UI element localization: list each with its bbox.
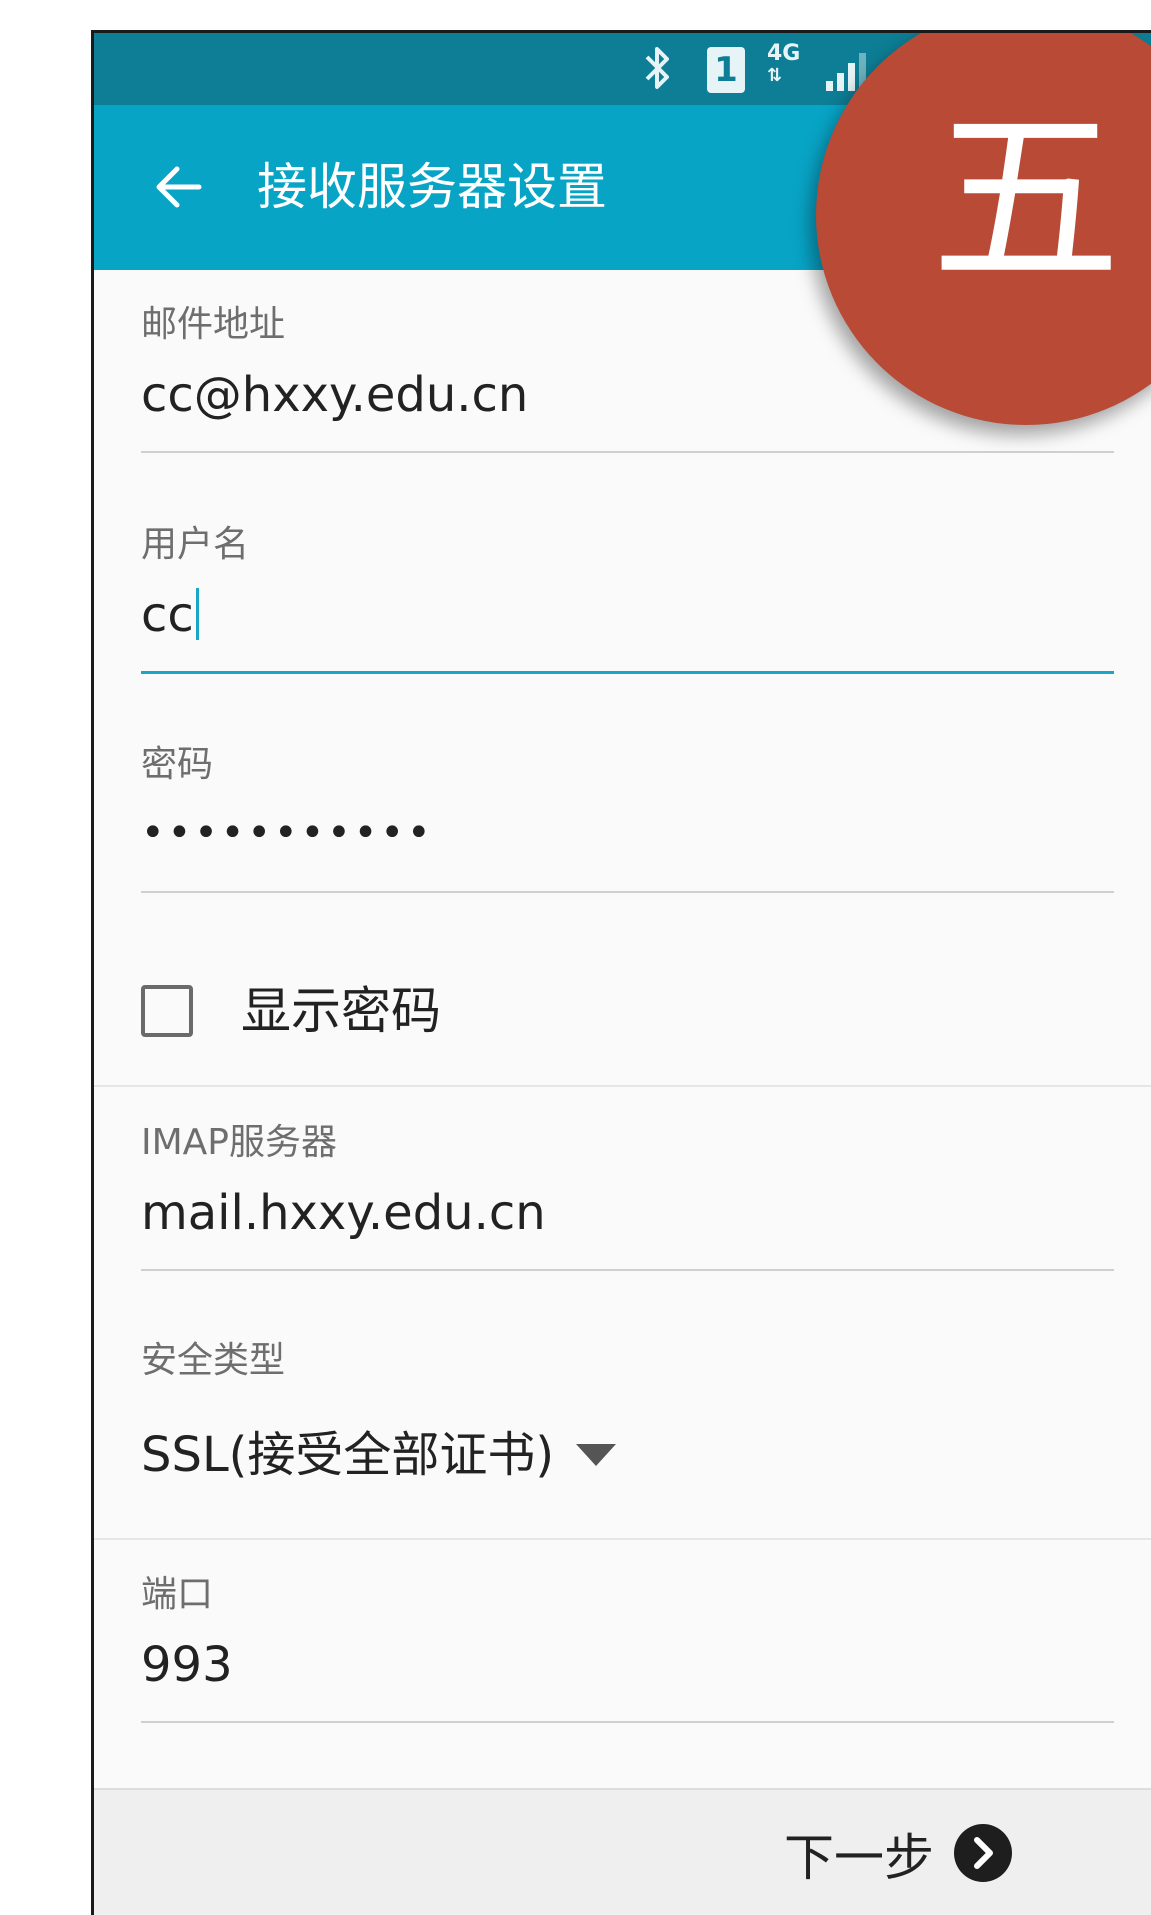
port-input[interactable]: 993 xyxy=(141,1635,233,1695)
security-type-field: 安全类型 SSL(接受全部证书) xyxy=(141,1339,1114,1489)
email-underline xyxy=(141,451,1114,453)
password-field[interactable]: 密码 ••••••••••• xyxy=(141,743,1114,923)
username-underline xyxy=(141,671,1114,674)
step-badge-text: 五 xyxy=(930,89,1121,310)
next-label: 下一步 xyxy=(784,1829,934,1887)
email-label: 邮件地址 xyxy=(141,304,286,345)
phone-screen: 1 4G ⇅ 接收服务器设置 邮件地址 cc@hxxy.edu.cn 用户名 c… xyxy=(91,30,1151,1915)
security-type-value: SSL(接受全部证书) xyxy=(141,1427,555,1483)
chevron-right-circle-icon xyxy=(954,1824,1012,1882)
password-label: 密码 xyxy=(141,744,214,785)
sim-icon: 1 xyxy=(707,47,745,93)
show-password-checkbox[interactable] xyxy=(141,985,193,1037)
port-underline xyxy=(141,1721,1114,1723)
username-label: 用户名 xyxy=(141,524,250,565)
text-caret xyxy=(195,588,199,640)
bluetooth-icon xyxy=(645,47,669,89)
username-value: cc xyxy=(141,587,194,643)
password-underline xyxy=(141,891,1114,893)
security-type-select[interactable]: SSL(接受全部证书) xyxy=(141,1425,617,1485)
section-divider xyxy=(94,1085,1151,1087)
imap-server-field[interactable]: IMAP服务器 mail.hxxy.edu.cn xyxy=(141,1121,1114,1301)
data-arrows-icon: ⇅ xyxy=(767,65,782,86)
show-password-row[interactable]: 显示密码 xyxy=(141,979,741,1049)
show-password-label: 显示密码 xyxy=(241,982,441,1040)
next-button[interactable]: 下一步 xyxy=(784,1824,1044,1894)
bottom-action-bar: 下一步 xyxy=(94,1788,1151,1915)
imap-server-label: IMAP服务器 xyxy=(141,1122,338,1163)
4g-data-icon: 4G ⇅ xyxy=(767,43,811,93)
password-input[interactable]: ••••••••••• xyxy=(141,803,434,863)
back-arrow-icon[interactable] xyxy=(149,157,209,217)
username-field[interactable]: 用户名 cc xyxy=(141,523,1114,703)
imap-server-underline xyxy=(141,1269,1114,1271)
imap-server-input[interactable]: mail.hxxy.edu.cn xyxy=(141,1183,546,1243)
port-field[interactable]: 端口 993 xyxy=(141,1573,1114,1753)
dropdown-arrow-icon xyxy=(576,1444,617,1466)
network-type-label: 4G xyxy=(767,41,801,66)
security-type-label: 安全类型 xyxy=(141,1340,286,1381)
page-title: 接收服务器设置 xyxy=(257,158,607,216)
username-input[interactable]: cc xyxy=(141,585,199,645)
email-input[interactable]: cc@hxxy.edu.cn xyxy=(141,365,528,425)
port-label: 端口 xyxy=(141,1574,214,1615)
section-divider xyxy=(94,1538,1151,1540)
